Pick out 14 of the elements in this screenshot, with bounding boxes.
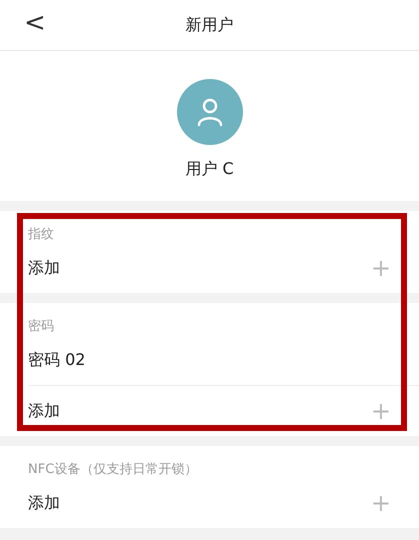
back-button[interactable]: < xyxy=(18,8,52,38)
page-title: 新用户 xyxy=(186,14,234,36)
list-row[interactable]: 密码 02 xyxy=(28,335,419,386)
section-label: 指纹 xyxy=(27,226,55,243)
add-label: 添加 xyxy=(28,258,60,278)
user-name: 用户 C xyxy=(185,159,234,180)
add-row[interactable]: 添加 + xyxy=(28,478,419,528)
add-label: 添加 xyxy=(28,400,60,422)
add-label: 添加 xyxy=(28,492,60,514)
item-label: 密码 02 xyxy=(28,350,86,370)
section-label: NFC设备（仅支持日常开锁） xyxy=(27,461,198,478)
add-row[interactable]: 添加 + xyxy=(28,243,419,293)
section-label: 密码 xyxy=(27,318,55,335)
add-row[interactable]: 添加 + xyxy=(28,386,419,436)
